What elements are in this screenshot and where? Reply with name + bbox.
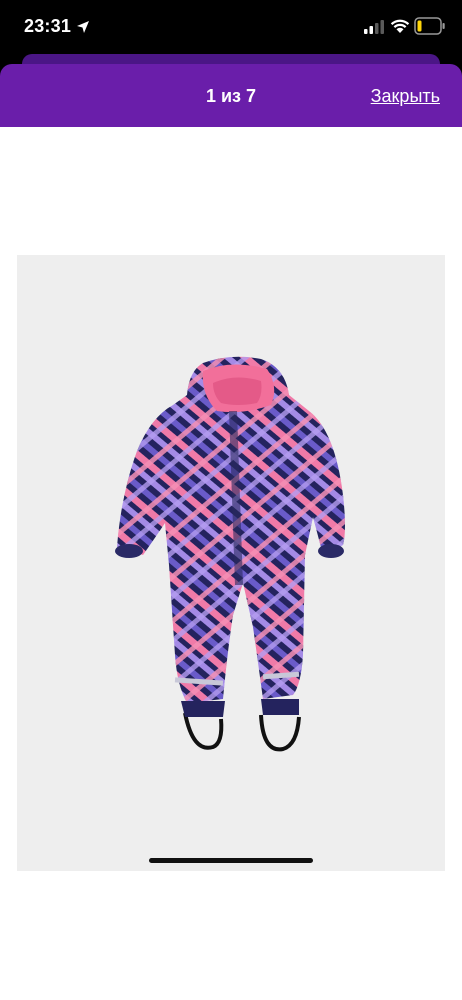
signal-icon — [364, 20, 384, 34]
gallery-header: 1 из 7 Закрыть — [0, 64, 462, 127]
status-bar: 23:31 — [0, 0, 462, 54]
jumpsuit-illustration — [115, 356, 345, 752]
location-arrow-icon — [77, 21, 89, 33]
battery-low-icon — [414, 17, 445, 35]
status-time: 23:31 — [24, 16, 72, 36]
home-indicator — [149, 858, 313, 863]
wifi-icon — [390, 19, 410, 33]
close-button[interactable]: Закрыть — [371, 86, 440, 107]
gallery-content — [0, 127, 462, 1000]
product-photo[interactable] — [17, 255, 445, 871]
